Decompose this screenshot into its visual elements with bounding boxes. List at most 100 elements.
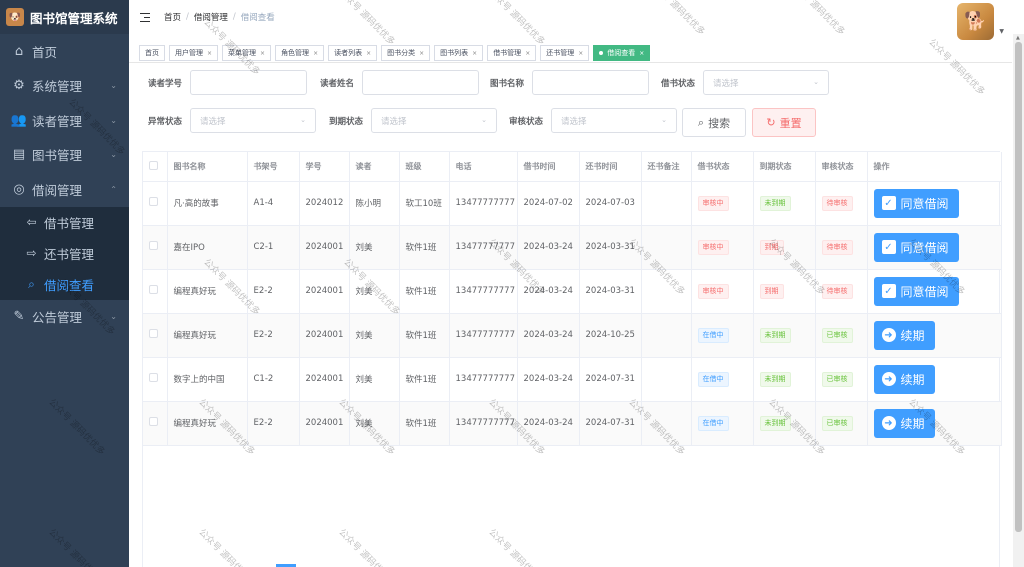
borrow-status-select[interactable]: 请选择 ⌄ xyxy=(703,70,829,95)
caret-down-icon[interactable]: ▼ xyxy=(999,28,1004,35)
row-checkbox[interactable] xyxy=(143,401,168,446)
sidebar-item-borrow-books[interactable]: ⇦ 借书管理 xyxy=(0,207,129,238)
close-icon[interactable]: × xyxy=(419,50,424,57)
close-icon[interactable]: × xyxy=(207,50,212,57)
action-label: 同意借阅 xyxy=(900,284,949,299)
sidebar-item-borrow[interactable]: ◎ 借阅管理 ⌃ xyxy=(0,172,129,207)
sidebar-item-home[interactable]: ⌂ 首页 xyxy=(0,34,129,69)
tag-7[interactable]: 借书管理 × xyxy=(487,45,537,61)
page-scrollbar[interactable]: ▲ xyxy=(1013,34,1024,567)
check-icon: ✓ xyxy=(881,240,896,254)
close-icon[interactable]: × xyxy=(525,50,530,57)
cell-class: 软工10班 xyxy=(399,181,450,226)
cell-note xyxy=(641,181,692,226)
sidebar-item-return-books[interactable]: ⇨ 还书管理 xyxy=(0,238,129,269)
sidebar-item-label: 首页 xyxy=(32,44,58,60)
tag-4[interactable]: 读者列表 × xyxy=(328,45,378,61)
breadcrumb-home[interactable]: 首页 xyxy=(164,11,181,23)
status-badge: 未到期 xyxy=(759,371,791,387)
close-icon[interactable]: × xyxy=(313,50,318,57)
close-icon[interactable]: × xyxy=(260,50,265,57)
reset-button[interactable]: ↻ 重置 xyxy=(752,108,816,137)
cell-borrow-status: 在借中 xyxy=(691,401,754,446)
tag-6[interactable]: 图书列表 × xyxy=(434,45,484,61)
cell-due-status: 未到期 xyxy=(753,357,816,402)
search-icon: ⌕ xyxy=(28,276,35,291)
reader-no-input[interactable] xyxy=(190,70,307,95)
cell-return-time: 2024-10-25 xyxy=(579,313,642,358)
close-icon[interactable]: × xyxy=(639,50,644,57)
cell-reader: 刘美 xyxy=(349,269,400,314)
cell-audit-status: 待审核 xyxy=(815,181,868,226)
table-row: 编程真好玩 E2-2 2024001 刘美 软件1班 13477777777 2024-03… xyxy=(143,401,1002,446)
tag-1[interactable]: 用户管理 × xyxy=(169,45,219,61)
book-name-input[interactable] xyxy=(532,70,649,95)
tag-label: 借阅查看 xyxy=(607,49,636,57)
tag-0[interactable]: 首页 xyxy=(139,45,165,61)
abnormal-status-label: 异常状态 xyxy=(148,117,183,127)
sidebar-item-system[interactable]: ⚙ 系统管理 ⌄ xyxy=(0,69,129,104)
sidebar-item-borrow-view[interactable]: ⌕ 借阅查看 xyxy=(0,269,129,300)
renew-button[interactable]: ➜ 续期 xyxy=(873,364,935,394)
cell-student-no: 2024001 xyxy=(299,313,350,358)
cell-return-time: 2024-07-31 xyxy=(579,357,642,402)
due-status-label: 到期状态 xyxy=(329,117,364,127)
cell-action: ➜ 续期 xyxy=(867,313,1002,358)
scroll-up-icon[interactable]: ▲ xyxy=(1016,35,1020,41)
tag-3[interactable]: 角色管理 × xyxy=(275,45,325,61)
close-icon[interactable]: × xyxy=(366,50,371,57)
tag-9[interactable]: 借阅查看 × xyxy=(593,45,651,61)
column-header: 读者 xyxy=(349,152,400,182)
cell-class: 软件1班 xyxy=(399,269,450,314)
chevron-down-icon: ⌄ xyxy=(661,116,667,124)
approve-borrow-button[interactable]: ✓ 同意借阅 xyxy=(873,188,959,218)
abnormal-status-select[interactable]: 请选择 ⌄ xyxy=(190,108,316,133)
arrow-right-icon: ⇨ xyxy=(26,246,37,260)
row-checkbox[interactable] xyxy=(143,181,168,226)
cell-action: ➜ 续期 xyxy=(867,357,1002,402)
reader-name-label: 读者姓名 xyxy=(320,79,355,89)
hamburger-icon[interactable] xyxy=(140,12,150,22)
avatar[interactable]: 🐕 xyxy=(957,3,994,40)
status-badge: 待审核 xyxy=(821,239,853,255)
tag-label: 角色管理 xyxy=(281,49,310,57)
cell-book: 凡·高的故事 xyxy=(167,181,248,226)
due-status-select[interactable]: 请选择 ⌄ xyxy=(371,108,497,133)
reader-name-input[interactable] xyxy=(362,70,479,95)
home-icon: ⌂ xyxy=(14,43,24,59)
chevron-down-icon: ⌄ xyxy=(481,116,487,124)
cell-student-no: 2024001 xyxy=(299,401,350,446)
row-checkbox[interactable] xyxy=(143,313,168,358)
book-icon: ▤ xyxy=(12,147,26,163)
brand[interactable]: 🐶 图书馆管理系统 xyxy=(0,0,129,34)
select-all-checkbox[interactable] xyxy=(143,152,168,182)
approve-borrow-button[interactable]: ✓ 同意借阅 xyxy=(873,276,959,306)
sidebar-item-label: 读者管理 xyxy=(32,113,83,129)
cell-borrow-time: 2024-03-24 xyxy=(517,401,580,446)
sidebar-item-books[interactable]: ▤ 图书管理 ⌄ xyxy=(0,138,129,173)
tag-label: 图书分类 xyxy=(387,49,416,57)
cell-book: 数字上的中国 xyxy=(167,357,248,402)
tag-2[interactable]: 菜单管理 × xyxy=(222,45,272,61)
scrollbar-thumb[interactable] xyxy=(1015,42,1022,532)
approve-borrow-button[interactable]: ✓ 同意借阅 xyxy=(873,232,959,262)
check-icon: ✓ xyxy=(881,196,896,210)
row-checkbox[interactable] xyxy=(143,357,168,402)
close-icon[interactable]: × xyxy=(578,50,583,57)
row-checkbox[interactable] xyxy=(143,269,168,314)
audit-status-select[interactable]: 请选择 ⌄ xyxy=(551,108,677,133)
close-icon[interactable]: × xyxy=(472,50,477,57)
tag-8[interactable]: 还书管理 × xyxy=(540,45,590,61)
renew-button[interactable]: ➜ 续期 xyxy=(873,408,935,438)
search-button[interactable]: ⌕ 搜索 xyxy=(682,108,746,137)
renew-button[interactable]: ➜ 续期 xyxy=(873,320,935,350)
tag-5[interactable]: 图书分类 × xyxy=(381,45,431,61)
cell-note xyxy=(641,357,692,402)
row-checkbox[interactable] xyxy=(143,225,168,270)
cell-student-no: 2024001 xyxy=(299,225,350,270)
gear-icon: ⚙ xyxy=(13,78,25,94)
sidebar-item-notice[interactable]: ✎ 公告管理 ⌄ xyxy=(0,300,129,335)
sidebar-item-readers[interactable]: 👥 读者管理 ⌄ xyxy=(0,103,129,138)
tag-label: 借书管理 xyxy=(493,49,522,57)
check-icon: ✓ xyxy=(881,284,896,298)
